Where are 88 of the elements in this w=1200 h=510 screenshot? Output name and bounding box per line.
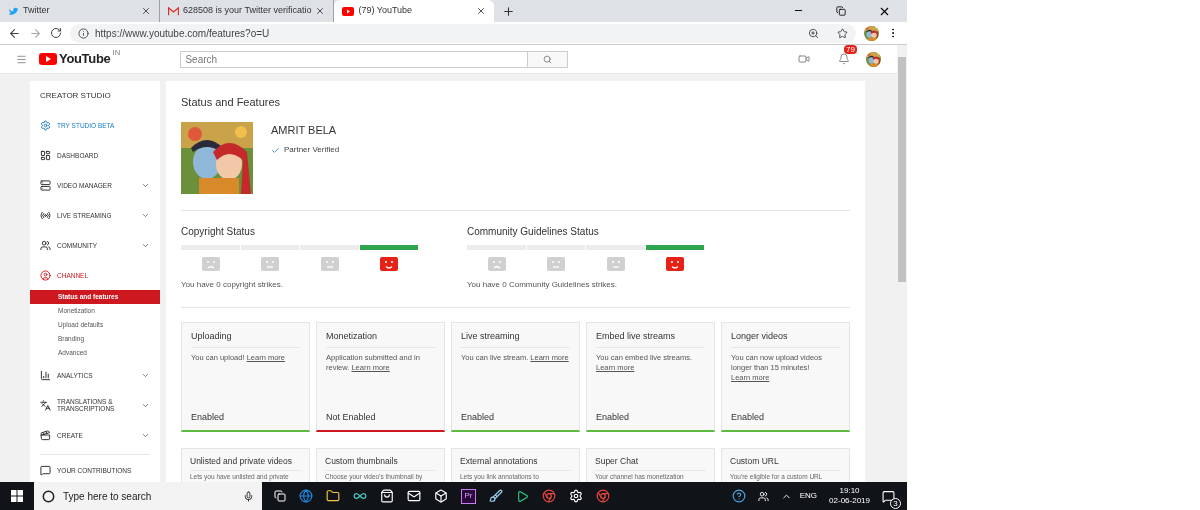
sidebar-icon — [40, 369, 51, 381]
star-icon[interactable] — [837, 27, 848, 39]
close-icon[interactable] — [476, 6, 487, 16]
close-icon[interactable] — [878, 5, 891, 18]
search-icon — [543, 54, 553, 64]
sidebar-icon — [40, 429, 51, 441]
bell-icon[interactable] — [838, 53, 850, 65]
sidebar-icon — [40, 399, 51, 411]
feature-title: Embed live streams — [596, 329, 705, 348]
windows-icon[interactable] — [11, 490, 23, 502]
account-avatar[interactable] — [866, 51, 881, 67]
search-icon — [42, 489, 55, 503]
feature-status: Not Enabled — [326, 411, 377, 424]
chrome-icon[interactable] — [596, 489, 610, 503]
tab-title: (79) YouTube — [358, 4, 414, 18]
settings-icon[interactable] — [569, 489, 583, 503]
feature-title: Live streaming — [461, 329, 570, 348]
status-title: Copyright Status — [181, 224, 256, 239]
store-icon[interactable] — [380, 489, 394, 503]
feature-status: Enabled — [596, 411, 631, 424]
feature-title: Super Chat — [595, 454, 706, 472]
chrome-icon[interactable] — [542, 489, 556, 503]
notification-badge: 79 — [844, 45, 857, 54]
play-logo-icon — [39, 53, 57, 65]
page-title: Status and Features — [181, 95, 282, 110]
camera-icon[interactable] — [798, 53, 810, 65]
status-title: Community Guidelines Status — [467, 224, 600, 239]
logo-text: YouTube — [59, 50, 111, 69]
notification-center-icon[interactable] — [882, 489, 895, 503]
info-icon — [78, 27, 89, 39]
envelope-icon — [168, 6, 179, 16]
check-icon — [271, 145, 280, 155]
tab-title: Twitter — [23, 4, 51, 18]
feature-status: Enabled — [461, 411, 496, 424]
back-icon[interactable] — [8, 26, 21, 40]
feature-title: Unlisted and private videos — [190, 454, 301, 472]
clock[interactable]: 19:10 02-06-2019 — [829, 486, 870, 506]
close-icon[interactable] — [141, 6, 151, 16]
paint-icon[interactable] — [489, 489, 503, 503]
new-tab-icon[interactable] — [502, 5, 516, 18]
taskbar-search-field[interactable]: Type here to search — [34, 482, 262, 510]
channel-name: AMRIT BELA — [271, 122, 338, 138]
browser-tab[interactable]: (79) YouTube — [334, 0, 495, 22]
reload-icon[interactable] — [50, 27, 62, 39]
people-icon[interactable] — [757, 490, 769, 502]
feature-title: External annotations — [460, 454, 571, 472]
sidebar-icon — [40, 209, 51, 221]
sidebar-icon — [40, 269, 51, 281]
close-icon[interactable] — [315, 6, 326, 16]
strike-message: You have 0 Community Guidelines strikes. — [467, 278, 618, 291]
browser-icon[interactable] — [299, 489, 313, 503]
notification-count: 3 — [890, 497, 901, 509]
feature-status: Enabled — [191, 411, 226, 424]
verified-text: Partner Verified — [284, 144, 340, 156]
box-icon[interactable] — [434, 489, 448, 503]
search-field[interactable]: Search — [180, 50, 529, 68]
app-icon[interactable]: Pr — [461, 488, 476, 504]
language-indicator[interactable]: ENG — [799, 490, 818, 502]
play-icon[interactable] — [516, 489, 529, 503]
sidebar-icon — [40, 119, 51, 131]
sidebar-icon — [40, 149, 51, 161]
profile-avatar[interactable] — [864, 25, 879, 41]
feature-status: Enabled — [731, 411, 766, 424]
task-view-icon[interactable] — [274, 490, 286, 502]
search-placeholder: Type here to search — [63, 489, 153, 504]
play-logo-icon — [342, 6, 355, 16]
folder-icon[interactable] — [326, 489, 340, 503]
restore-icon[interactable] — [836, 6, 846, 16]
sidebar-icon — [40, 179, 51, 191]
feature-title: Custom thumbnails — [325, 454, 436, 472]
feature-title: Longer videos — [731, 329, 840, 348]
mail-icon[interactable] — [407, 489, 421, 503]
scrollbar[interactable] — [897, 45, 907, 482]
mic-icon[interactable] — [243, 490, 254, 502]
feature-title: Uploading — [191, 329, 300, 348]
sidebar-icon — [40, 464, 51, 476]
region-label: IN — [112, 47, 121, 60]
zoom-icon[interactable] — [808, 27, 819, 39]
tab-title: 628508 is your Twitter verificatio — [183, 4, 312, 18]
strike-message: You have 0 copyright strikes. — [181, 278, 284, 291]
sidebar-icon — [40, 239, 51, 251]
bird-icon — [8, 5, 19, 17]
url-text: https://www.youtube.com/features?o=U — [95, 26, 271, 41]
sidebar-title: CREATOR STUDIO — [39, 90, 112, 102]
help-icon[interactable] — [731, 489, 746, 503]
feature-title: Monetization — [326, 329, 435, 348]
address-bar[interactable]: https://www.youtube.com/features?o=U — [70, 23, 856, 43]
feature-title: Custom URL — [730, 454, 841, 472]
